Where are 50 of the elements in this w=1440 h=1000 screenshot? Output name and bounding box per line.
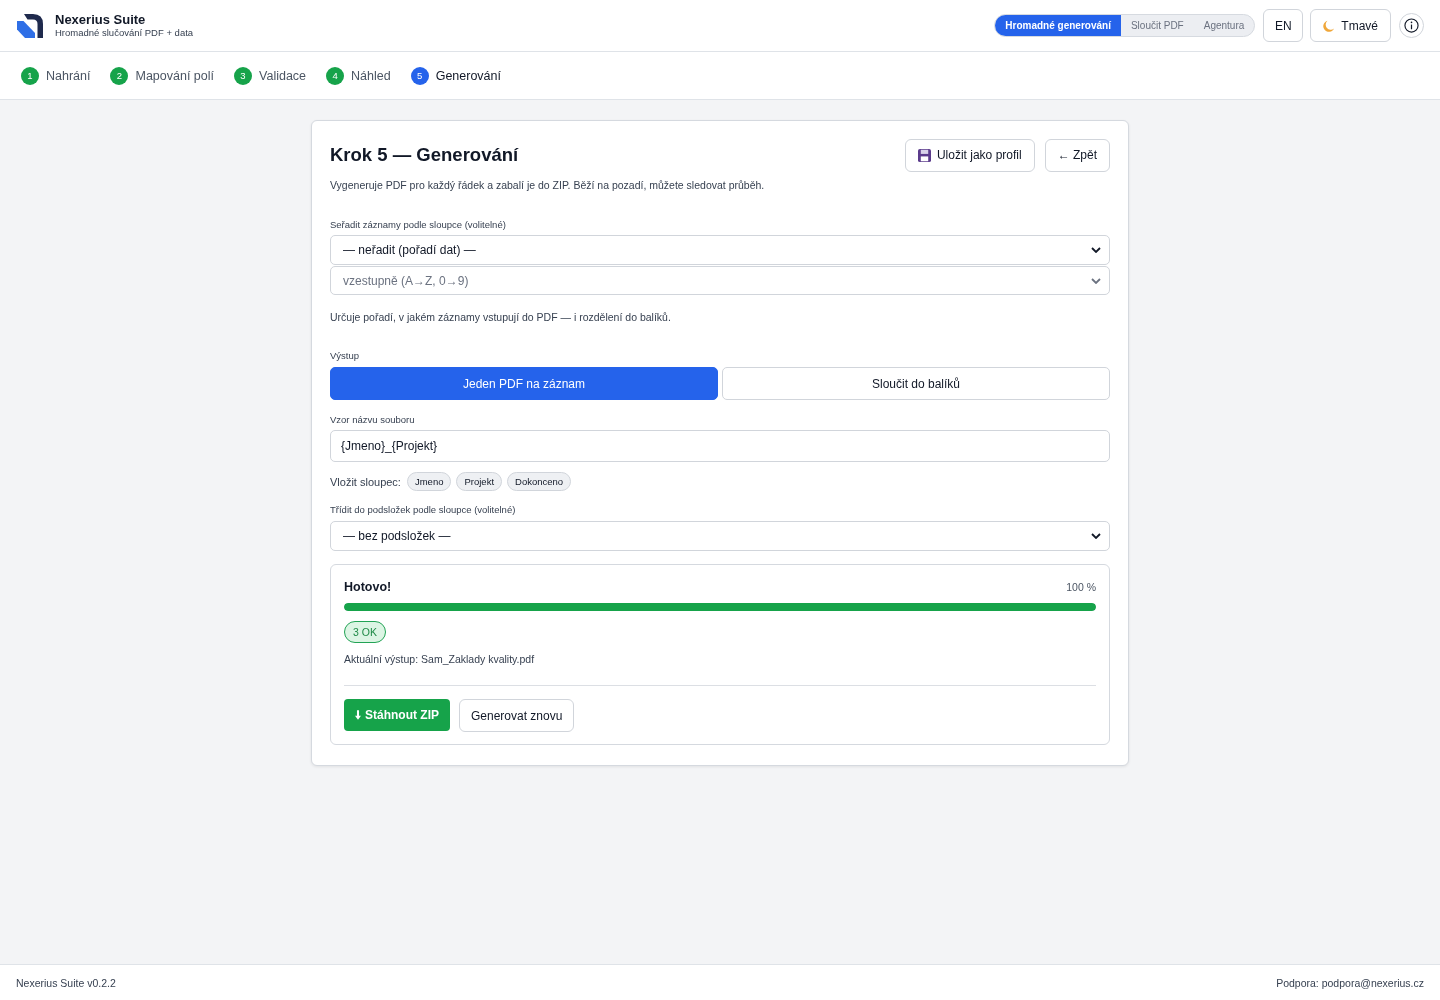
chevron-down-icon — [1091, 533, 1101, 539]
mode-tab[interactable]: Sloučit PDF — [1120, 15, 1194, 36]
step-number: 2 — [110, 66, 129, 85]
info-button[interactable] — [1399, 13, 1424, 38]
info-icon — [1404, 18, 1419, 33]
support-text: Podpora: podpora@nexerius.cz — [1276, 976, 1424, 989]
save-profile-button[interactable]: Uložit jako profil — [904, 138, 1035, 172]
card-title: Krok 5 — Generování — [330, 144, 519, 166]
chevron-down-icon — [1091, 247, 1101, 253]
logo-icon — [16, 12, 44, 39]
step-label[interactable]: Generování — [435, 68, 501, 83]
field-label: Seřadit záznamy podle sloupce (volitelné) — [330, 218, 507, 232]
ok-count-badge: 3 OK — [344, 621, 386, 643]
mode-tab[interactable]: Agentura — [1193, 15, 1255, 36]
output-option[interactable]: Sloučit do balíků — [722, 367, 1110, 400]
step-number: 4 — [326, 66, 345, 85]
column-chip[interactable]: Dokonceno — [507, 472, 572, 491]
step-label[interactable]: Mapování polí — [135, 68, 214, 83]
progress-percent: 100 % — [1066, 580, 1096, 593]
hint-text: Určuje pořadí, v jakém záznamy vstupují do PDF — i rozdělení do balíků. — [330, 310, 672, 325]
step-number: 3 — [234, 66, 252, 85]
moon-icon — [1323, 19, 1336, 32]
download-arrow-icon — [355, 710, 361, 720]
step-label[interactable]: Validace — [259, 68, 307, 83]
field-label: Třídit do podsložek podle sloupce (volitelné) — [330, 503, 517, 517]
column-chip[interactable]: Projekt — [456, 472, 503, 491]
sort-column-select[interactable]: — neřadit (pořadí dat) — — [330, 235, 1110, 265]
regenerate-button[interactable]: Generovat znovu — [459, 699, 575, 732]
theme-button[interactable]: Tmavé — [1310, 9, 1391, 42]
subfolder-select[interactable]: — bez podsložek — — [330, 521, 1110, 551]
step-label[interactable]: Nahrání — [46, 68, 91, 83]
description-text: Vygeneruje PDF pro každý řádek a zabalí je do ZIP. Běží na pozadí, můžete sledovat průběh. — [330, 178, 766, 193]
back-button[interactable]: ← Zpět — [1044, 138, 1110, 172]
filename-input[interactable]: {Jmeno}_{Projekt} — [330, 430, 1110, 462]
mode-tab[interactable]: Hromadné generování — [995, 15, 1121, 36]
version-text: Nexerius Suite v0.2.2 — [16, 976, 116, 989]
step-number: 1 — [21, 66, 39, 85]
app-subtitle: Hromadné slučování PDF + data — [55, 25, 194, 39]
field-label: Vzor názvu souboru — [330, 413, 416, 427]
current-output-text: Aktuální výstup: Sam_Zaklady kvality.pdf — [344, 652, 536, 667]
column-chip[interactable]: Jmeno — [406, 472, 452, 491]
step-label[interactable]: Náhled — [351, 68, 391, 83]
progress-status: Hotovo! — [344, 579, 392, 594]
app-name: Nexerius Suite — [55, 12, 147, 26]
insert-column-label: Vložit sloupec: — [330, 475, 401, 488]
chevron-down-icon — [1091, 277, 1101, 284]
output-option[interactable]: Jeden PDF na záznam — [330, 367, 718, 400]
field-label: Výstup — [330, 349, 361, 363]
step-number: 5 — [410, 66, 429, 85]
language-button[interactable]: EN — [1263, 9, 1304, 42]
